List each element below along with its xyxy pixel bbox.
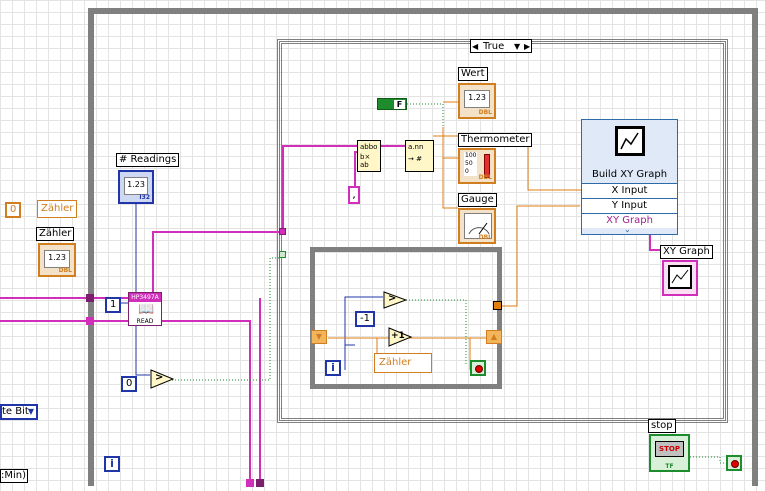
comma-constant[interactable]: , bbox=[348, 186, 360, 204]
case-dropdown-icon[interactable]: ▼ bbox=[514, 40, 520, 53]
string-to-number[interactable]: a.nn → # bbox=[405, 140, 434, 172]
hp3497a-read-label: READ bbox=[136, 318, 154, 325]
greater-than-symbol: > bbox=[388, 293, 397, 304]
build-xy-y-input[interactable]: Y Input bbox=[582, 198, 677, 213]
expand-chevron-icon[interactable]: ⌄ bbox=[624, 225, 631, 234]
readings-label: # Readings bbox=[116, 153, 180, 167]
shift-register-right[interactable]: ▲ bbox=[486, 330, 502, 344]
zaehler-label: Zähler bbox=[36, 227, 75, 241]
readings-dtype: I32 bbox=[139, 194, 150, 201]
build-xy-graph-title: Build XY Graph bbox=[591, 169, 668, 180]
thermometer-indicator[interactable]: 100 50 0 DBL bbox=[458, 148, 496, 184]
xy-graph-indicator[interactable] bbox=[662, 260, 698, 296]
zaehler-dtype: DBL bbox=[58, 267, 72, 274]
dropdown-arrow-icon: ▼ bbox=[27, 407, 34, 416]
true-constant-value: F bbox=[394, 100, 405, 109]
const-neg-one[interactable]: -1 bbox=[355, 311, 375, 327]
stop-button-terminal[interactable]: STOP TF bbox=[649, 434, 690, 472]
build-xy-graph-icon bbox=[615, 126, 645, 156]
min-label: :Min) bbox=[0, 469, 28, 483]
const-zero-blue[interactable]: 0 bbox=[121, 376, 138, 392]
wert-indicator[interactable]: 1.23 DBL bbox=[458, 83, 496, 119]
byte-bit-ring[interactable]: te Bit ▼ bbox=[0, 404, 38, 420]
book-icon: 📖 bbox=[138, 302, 155, 317]
stop-condition-terminal bbox=[470, 360, 486, 376]
case-next-arrow-icon[interactable]: ▶ bbox=[524, 40, 530, 53]
gauge-label: Gauge bbox=[458, 193, 497, 207]
gauge-indicator[interactable]: DBL bbox=[458, 208, 496, 244]
shift-register-left[interactable]: ▼ bbox=[311, 330, 327, 344]
junction-pink bbox=[279, 228, 286, 235]
format-into-string[interactable]: abbo b× ab bbox=[357, 140, 381, 172]
tunnel-pink-2 bbox=[86, 317, 94, 325]
readings-control[interactable]: 1.23 I32 bbox=[118, 170, 154, 204]
wert-display: 1.23 bbox=[464, 90, 490, 108]
xy-graph-icon bbox=[668, 265, 692, 289]
thermo-tick-0: 0 bbox=[465, 168, 469, 175]
stop-dtype: TF bbox=[665, 463, 674, 470]
byte-bit-value: te Bit bbox=[2, 406, 29, 417]
for-loop-iteration-terminal: i bbox=[325, 360, 341, 376]
thermo-tick-50: 50 bbox=[465, 160, 473, 167]
thermometer-label: Thermometer bbox=[458, 133, 533, 147]
junction-green bbox=[279, 251, 286, 258]
build-xy-graph-vi[interactable]: Build XY Graph X Input Y Input XY Graph … bbox=[581, 119, 678, 235]
hp3497a-device-name: HP3497A bbox=[129, 293, 161, 302]
wert-dtype: DBL bbox=[478, 109, 492, 116]
const-one[interactable]: 1 bbox=[105, 297, 122, 313]
true-constant[interactable]: F bbox=[377, 98, 407, 110]
loop-iteration-terminal: i bbox=[104, 456, 120, 472]
greater-than-node[interactable]: > bbox=[383, 291, 407, 309]
wert-label: Wert bbox=[458, 67, 488, 81]
readings-display: 1.23 bbox=[124, 177, 148, 195]
case-prev-arrow-icon[interactable]: ◀ bbox=[472, 40, 478, 53]
outer-loop-stop-condition bbox=[726, 455, 742, 471]
case-selector-value: True bbox=[483, 41, 505, 52]
increment-node[interactable]: +1 bbox=[388, 327, 412, 347]
tunnel-orange bbox=[493, 301, 502, 310]
gauge-dtype: DBL bbox=[478, 234, 492, 241]
zaehler-display: 1.23 bbox=[44, 250, 70, 268]
tunnel-pink-3 bbox=[246, 479, 254, 487]
thermometer-scale: 100 50 0 bbox=[464, 152, 478, 176]
build-xy-x-input[interactable]: X Input bbox=[582, 183, 677, 198]
greater-than-left-symbol: > bbox=[155, 372, 164, 383]
thermometer-dtype: DBL bbox=[478, 174, 492, 181]
const-zero-orange[interactable]: 0 bbox=[5, 202, 22, 218]
xy-graph-label: XY Graph bbox=[660, 245, 713, 259]
case-selector[interactable]: ◀ True ▼ ▶ bbox=[470, 39, 532, 53]
zaehler-indicator[interactable]: 1.23 DBL bbox=[38, 243, 76, 277]
greater-than-node-left[interactable]: > bbox=[150, 369, 174, 389]
stop-button-face: STOP bbox=[655, 441, 684, 457]
thermo-tick-100: 100 bbox=[465, 152, 477, 159]
stop-label: stop bbox=[648, 419, 676, 433]
zaehler-local-variable[interactable]: Zähler bbox=[374, 353, 432, 373]
increment-symbol: +1 bbox=[391, 331, 405, 341]
hp3497a-read-vi[interactable]: HP3497A 📖 READ bbox=[128, 292, 162, 326]
zaehler-local-variable-left[interactable]: Zähler bbox=[37, 200, 77, 218]
tunnel-pink-4 bbox=[256, 479, 264, 487]
tunnel-pink-1 bbox=[86, 294, 94, 302]
